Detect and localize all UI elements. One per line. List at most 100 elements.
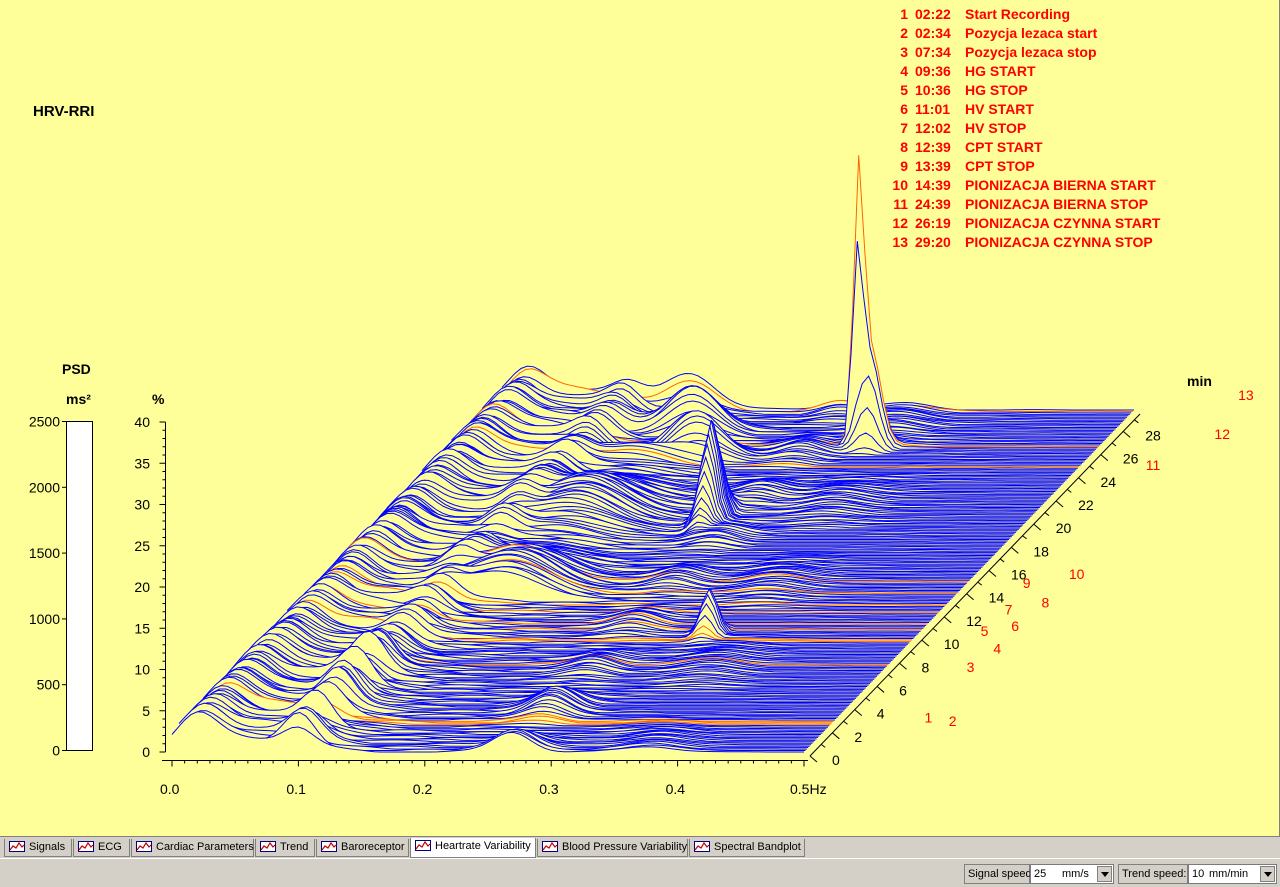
event-marker: 7 bbox=[1005, 602, 1013, 618]
z-tick bbox=[854, 709, 863, 717]
psd-tick-label: 500 bbox=[37, 677, 61, 693]
event-legend-number: 5 bbox=[900, 82, 908, 98]
z-tick-label: 2 bbox=[854, 729, 862, 745]
hrv-waterfall-chart: PSDms²05001000150020002500HRV-RRI0510152… bbox=[29, 6, 1254, 797]
event-marker: 13 bbox=[1238, 387, 1254, 403]
z-tick bbox=[943, 616, 952, 624]
event-legend-time: 10:36 bbox=[915, 82, 951, 98]
event-legend-label: Pozycja lezaca stop bbox=[965, 44, 1097, 60]
tab-spectral-bandplot[interactable]: Spectral Bandplot bbox=[689, 839, 805, 857]
event-legend-time: 11:01 bbox=[915, 101, 950, 117]
z-tick bbox=[1055, 500, 1064, 508]
event-legend-number: 12 bbox=[892, 215, 908, 231]
x-tick-label: 0.3 bbox=[539, 781, 559, 797]
z-tick bbox=[888, 674, 893, 679]
z-tick bbox=[1122, 431, 1131, 438]
psd-tick-label: 2500 bbox=[29, 414, 60, 430]
y-tick-label: 10 bbox=[134, 662, 150, 678]
event-legend-label: PIONIZACJA BIERNA START bbox=[965, 177, 1156, 193]
z-tick bbox=[1022, 535, 1027, 540]
tab-ecg[interactable]: ECG bbox=[73, 839, 130, 857]
psd-colorbar bbox=[66, 421, 93, 751]
z-tick bbox=[977, 581, 983, 586]
tab-label: Baroreceptor bbox=[341, 841, 405, 853]
chart-title: HRV-RRI bbox=[33, 103, 94, 120]
chart-icon bbox=[415, 840, 431, 851]
y-tick-label: 30 bbox=[134, 497, 150, 513]
chart-icon bbox=[542, 841, 558, 852]
event-legend-number: 7 bbox=[900, 120, 908, 136]
x-tick-label: 0.5Hz bbox=[790, 781, 827, 797]
event-legend-time: 12:02 bbox=[915, 120, 951, 136]
z-tick bbox=[966, 593, 974, 601]
tab-blood-pressure-variability[interactable]: Blood Pressure Variability bbox=[537, 839, 688, 857]
event-legend-label: HG STOP bbox=[965, 82, 1028, 98]
y-tick-label: 15 bbox=[134, 620, 150, 636]
psd-tick-label: 2000 bbox=[29, 479, 60, 495]
z-tick-label: 8 bbox=[921, 659, 929, 675]
tab-label: ECG bbox=[98, 841, 122, 853]
event-legend-label: HG START bbox=[965, 63, 1036, 79]
event-legend-label: Start Recording bbox=[965, 6, 1070, 22]
event-legend-label: PIONIZACJA BIERNA STOP bbox=[965, 196, 1148, 212]
tab-baroreceptor[interactable]: Baroreceptor bbox=[316, 839, 409, 857]
z-tick bbox=[910, 651, 915, 656]
z-tick-label: 10 bbox=[944, 636, 960, 652]
chevron-down-icon[interactable] bbox=[1260, 866, 1275, 882]
x-tick-label: 0.2 bbox=[413, 781, 433, 797]
hrv-plot-area: PSD ms² 0 500 1000 1500 2000 2500 HRV-RRI 0 5 10 15 2… bbox=[0, 0, 1280, 836]
chevron-down-icon[interactable] bbox=[1097, 866, 1112, 882]
z-tick bbox=[921, 639, 930, 647]
chart-icon bbox=[694, 841, 710, 852]
event-legend-time: 24:39 bbox=[915, 196, 951, 212]
chart-icon bbox=[260, 841, 276, 852]
event-legend-number: 2 bbox=[900, 25, 908, 41]
z-tick-label: 24 bbox=[1100, 474, 1116, 490]
z-tick-label: 26 bbox=[1123, 451, 1139, 467]
event-marker: 3 bbox=[967, 659, 975, 675]
event-legend-number: 11 bbox=[893, 196, 908, 212]
z-tick bbox=[1100, 454, 1109, 461]
z-tick bbox=[1111, 442, 1117, 447]
z-tick bbox=[955, 604, 960, 609]
z-tick bbox=[988, 570, 997, 577]
tab-heartrate-variability[interactable]: Heartrate Variability bbox=[410, 838, 536, 858]
z-tick-label: 22 bbox=[1078, 497, 1094, 513]
z-tick bbox=[932, 628, 938, 632]
trend-speed-select[interactable]: 10 mm/min bbox=[1188, 864, 1277, 884]
z-tick-label: 20 bbox=[1056, 520, 1072, 536]
z-axis-label: min bbox=[1187, 373, 1212, 389]
z-tick bbox=[1011, 546, 1019, 554]
y-tick-label: 40 bbox=[134, 414, 150, 430]
tab-signals[interactable]: Signals bbox=[4, 839, 72, 857]
z-tick bbox=[1033, 523, 1042, 531]
z-tick bbox=[1134, 419, 1139, 424]
tab-label: Blood Pressure Variability bbox=[562, 841, 688, 853]
z-tick bbox=[1089, 465, 1094, 470]
y-tick-label: 20 bbox=[134, 579, 150, 595]
event-marker: 8 bbox=[1042, 594, 1050, 610]
event-legend-time: 07:34 bbox=[915, 44, 951, 60]
tab-cardiac-parameters[interactable]: Cardiac Parameters bbox=[131, 839, 254, 857]
event-legend-number: 1 bbox=[900, 6, 908, 22]
event-marker: 6 bbox=[1011, 618, 1019, 634]
y-tick-label: 25 bbox=[134, 538, 150, 554]
tab-trend[interactable]: Trend bbox=[255, 839, 315, 857]
event-marker: 1 bbox=[925, 710, 933, 726]
chart-icon bbox=[9, 841, 25, 852]
x-tick-label: 0.1 bbox=[286, 781, 306, 797]
event-legend-label: PIONIZACJA CZYNNA STOP bbox=[965, 234, 1153, 250]
z-tick bbox=[1078, 477, 1086, 485]
signal-speed-unit: mm/s bbox=[1062, 868, 1089, 880]
z-tick-label: 4 bbox=[877, 706, 885, 722]
psd-tick-label: 0 bbox=[52, 743, 60, 759]
z-tick-label: 18 bbox=[1033, 543, 1049, 559]
y-tick-label: 35 bbox=[134, 455, 150, 471]
chart-icon bbox=[136, 841, 152, 852]
event-legend-label: HV START bbox=[965, 101, 1034, 117]
signal-speed-select[interactable]: 25 mm/s bbox=[1030, 864, 1114, 884]
psd-unit: ms² bbox=[66, 391, 91, 407]
event-legend-time: 02:34 bbox=[915, 25, 951, 41]
y-axis-label: % bbox=[152, 391, 165, 407]
signal-speed-label: Signal speed bbox=[964, 864, 1032, 884]
